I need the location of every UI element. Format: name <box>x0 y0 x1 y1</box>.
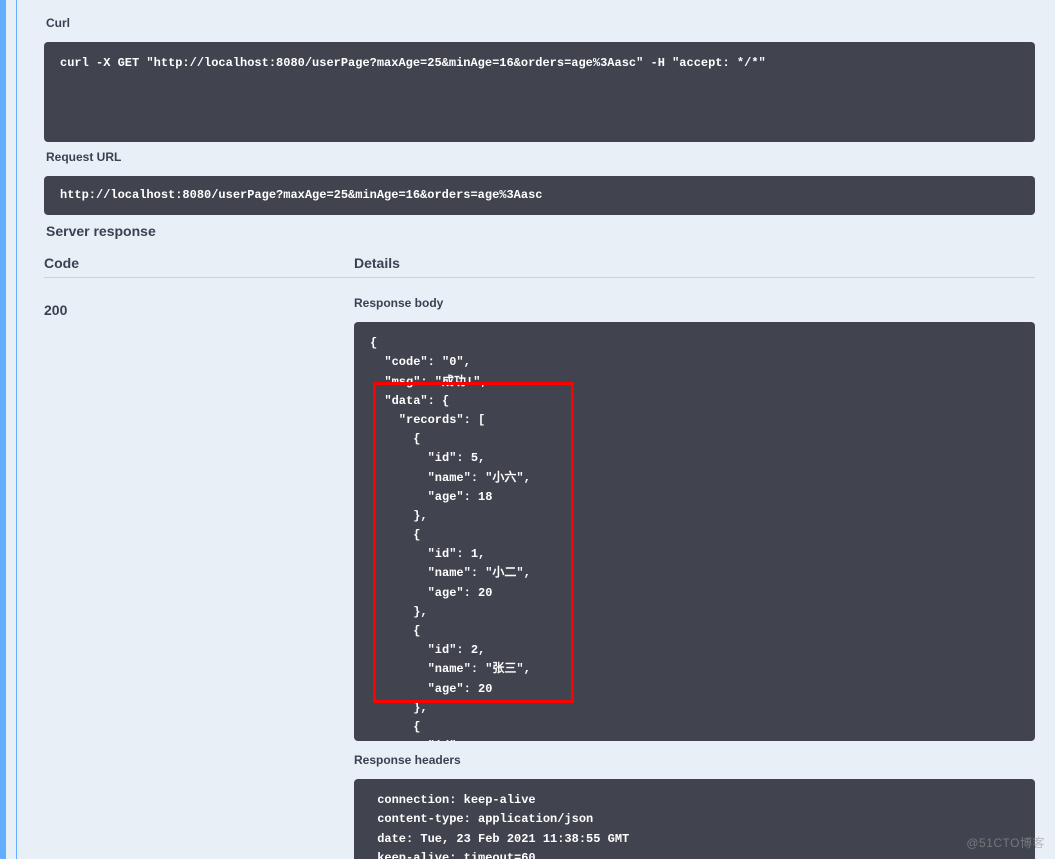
response-body-label: Response body <box>354 296 1035 310</box>
request-url[interactable]: http://localhost:8080/userPage?maxAge=25… <box>44 176 1035 215</box>
code-header: Code <box>44 255 354 271</box>
response-headers-label: Response headers <box>354 753 1035 767</box>
server-response-title: Server response <box>46 223 1035 239</box>
response-body[interactable]: { "code": "0", "msg": "成功!", "data": { "… <box>354 322 1035 741</box>
watermark: @51CTO博客 <box>966 834 1045 851</box>
request-url-label: Request URL <box>46 150 1035 164</box>
response-headers[interactable]: connection: keep-alive content-type: app… <box>354 779 1035 859</box>
curl-label: Curl <box>46 16 1035 30</box>
status-code: 200 <box>44 286 354 859</box>
details-header: Details <box>354 255 1035 271</box>
curl-command[interactable]: curl -X GET "http://localhost:8080/userP… <box>44 42 1035 142</box>
